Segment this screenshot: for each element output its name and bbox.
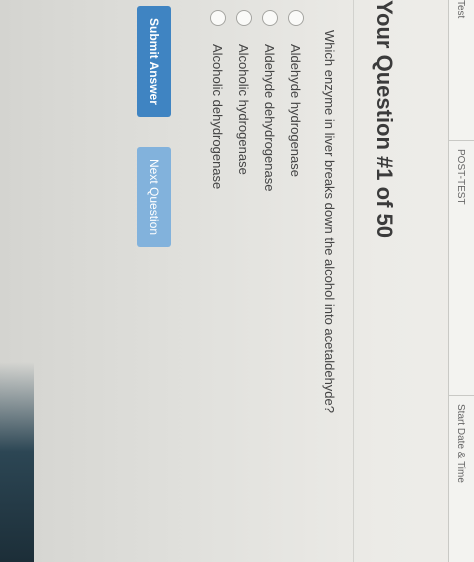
- question-title: Your Question #1 of 50: [372, 0, 397, 238]
- radio-button[interactable]: [210, 10, 226, 26]
- next-question-button[interactable]: Next Question: [137, 147, 171, 248]
- header-start-date-label: Start Date & Time: [449, 395, 474, 483]
- answer-option-label: Aldehyde dehydrogenase: [262, 44, 278, 192]
- answer-option[interactable]: Aldehyde hydrogenase: [283, 10, 309, 191]
- answer-option-label: Alcoholic hydrogenase: [236, 44, 252, 175]
- radio-button[interactable]: [262, 10, 278, 26]
- answer-option-label: Aldehyde hydrogenase: [288, 44, 304, 177]
- radio-button[interactable]: [288, 10, 304, 26]
- submit-answer-button[interactable]: Submit Answer: [137, 6, 171, 117]
- header-post-test-label: POST-TEST: [449, 140, 474, 205]
- quiz-header: Test POST-TEST Start Date & Time: [448, 0, 474, 562]
- radio-button[interactable]: [236, 10, 252, 26]
- question-text: Which enzyme in liver breaks down the al…: [322, 30, 337, 413]
- question-panel: Your Question #1 of 50 Which enzyme in l…: [0, 0, 449, 562]
- answer-option[interactable]: Alcoholic hydrogenase: [231, 10, 257, 191]
- answer-option[interactable]: Aldehyde dehydrogenase: [257, 10, 283, 191]
- quiz-page: Test POST-TEST Start Date & Time Your Qu…: [0, 0, 474, 562]
- header-test-label: Test: [455, 0, 466, 19]
- divider: [353, 0, 354, 562]
- answer-option-label: Alcoholic dehydrogenase: [210, 44, 226, 190]
- answer-options: Aldehyde hydrogenase Aldehyde dehydrogen…: [205, 10, 309, 191]
- answer-option[interactable]: Alcoholic dehydrogenase: [205, 10, 231, 191]
